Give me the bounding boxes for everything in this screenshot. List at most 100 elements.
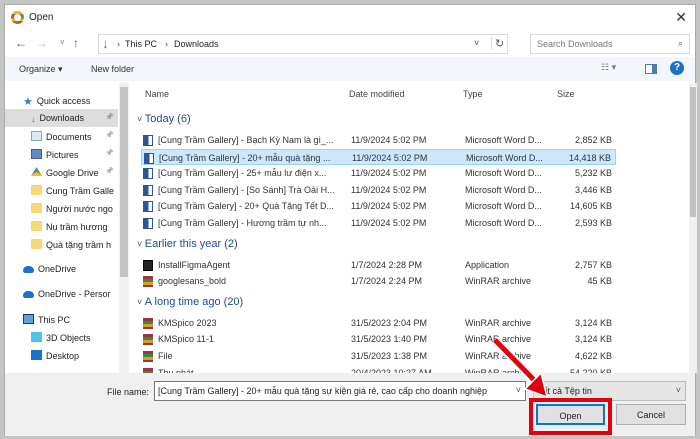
file-row[interactable]: [Cung Trầm Gallery] - Bạch Kỳ Nam là gì_…	[141, 132, 616, 148]
sidebar-item-label: Pictures	[46, 150, 79, 160]
cancel-button[interactable]: Cancel	[616, 404, 686, 425]
pin-icon[interactable]: 📌	[105, 149, 114, 157]
file-type: Microsoft Word D...	[465, 184, 542, 195]
group-label: A long time ago (20)	[144, 295, 244, 308]
group-header[interactable]: ˅ A long time ago (20)	[137, 296, 243, 308]
footer: File name: [Cung Trầm Gallery] - 20+ mẫu…	[5, 373, 695, 436]
sidebar-item[interactable]: OneDrive	[5, 260, 118, 278]
sidebar-item[interactable]: Desktop	[5, 346, 118, 364]
file-row[interactable]: [Cung Trầm Gallery] - 20+ mẫu quà tặng .…	[141, 148, 616, 165]
file-name: googlesans_bold	[158, 276, 227, 287]
column-date-modified[interactable]: Date modified	[349, 89, 405, 99]
group-header[interactable]: ˅ Earlier this year (2)	[137, 238, 238, 250]
file-row[interactable]: InstallFigmaAgent 1/7/2024 2:28 PM Applica…	[141, 257, 616, 273]
sidebar-item-label: Quà tặng trầm h	[46, 240, 112, 250]
file-date: 11/9/2024 5:02 PM	[351, 218, 427, 228]
file-size: 14,605 KB	[569, 201, 612, 212]
column-name[interactable]: Name	[145, 89, 169, 99]
breadcrumb-downloads[interactable]: Downloads	[174, 39, 219, 49]
file-date: 11/9/2024 5:02 PM	[352, 152, 428, 163]
winrar-icon	[143, 334, 153, 346]
file-date: 1/7/2024 2:28 PM	[351, 259, 423, 270]
file-type: Microsoft Word D...	[465, 135, 542, 145]
view-options-icon[interactable]: ☷ ▾	[601, 62, 616, 73]
document-icon	[31, 131, 42, 141]
file-name: File	[158, 351, 173, 361]
file-size: 2,757 KB	[574, 259, 612, 270]
new-folder-button[interactable]: New folder	[91, 64, 134, 74]
sidebar-item[interactable]: Nụ trầm hương	[5, 217, 118, 235]
sidebar-item[interactable]: This PC	[5, 310, 118, 328]
address-bar[interactable]: ↓ › This PC › Downloads ˅ ↻	[98, 34, 508, 54]
sidebar-item[interactable]: ↓ Downloads 📌	[5, 109, 118, 127]
sidebar-item[interactable]: ★ Quick access	[5, 91, 118, 109]
search-input[interactable]: Search Downloads ⌕	[530, 34, 690, 54]
sidebar-item[interactable]: Quà tặng trầm h	[5, 235, 118, 253]
file-date: 11/9/2024 5:02 PM	[351, 201, 427, 212]
file-type: Microsoft Word D...	[465, 168, 542, 179]
sidebar-scrollbar[interactable]	[119, 83, 129, 373]
pin-icon[interactable]: 📌	[105, 167, 114, 175]
word-icon	[143, 218, 153, 229]
group-header[interactable]: ˅ Today (6)	[137, 113, 191, 125]
sidebar-item[interactable]: Google Drive 📌	[5, 163, 118, 181]
file-type: WinRAR archive	[465, 276, 532, 287]
column-type[interactable]: Type	[463, 89, 483, 99]
file-row[interactable]: [Cung Trầm Gallery] - Hương trầm tự nh..…	[141, 215, 616, 231]
forward-button[interactable]: →	[36, 36, 48, 50]
help-icon[interactable]: ?	[670, 61, 684, 75]
file-row[interactable]: [Cung Trầm Galery] - 20+ Quà Tặng Tết D.…	[141, 198, 616, 214]
file-name: KMSpico 2023	[158, 317, 217, 328]
file-name: [Cung Trầm Galery] - 20+ Quà Tặng Tết D.…	[158, 201, 334, 212]
recent-dropdown[interactable]: ˅	[60, 38, 65, 47]
sidebar-item[interactable]: OneDrive - Persor	[5, 285, 118, 303]
open-button[interactable]: Open	[536, 404, 605, 425]
sidebar-item[interactable]: Pictures 📌	[5, 145, 118, 163]
chevron-down-icon: ˅	[675, 385, 681, 395]
breadcrumb-separator: ›	[117, 39, 120, 49]
chevron-down-icon: ˅	[137, 296, 145, 307]
column-size[interactable]: Size	[557, 89, 575, 99]
back-button[interactable]: ←	[15, 36, 27, 50]
breadcrumb-separator: ›	[165, 39, 168, 49]
toolbar: Organize ▾ New folder ☷ ▾ ?	[5, 57, 695, 81]
search-placeholder: Search Downloads	[537, 39, 613, 49]
pin-icon[interactable]: 📌	[105, 131, 114, 139]
file-row[interactable]: googlesans_bold 1/7/2024 2:24 PM WinRAR ar…	[141, 273, 616, 289]
file-size: 14,418 KB	[568, 152, 611, 163]
breadcrumb-this-pc[interactable]: This PC	[125, 39, 157, 49]
file-row[interactable]: [Cung Trầm Gallery] - [So Sánh] Trà Oải …	[141, 182, 616, 198]
up-button[interactable]: ↑	[73, 36, 79, 50]
preview-pane-icon[interactable]	[645, 64, 657, 74]
red-arrow-annotation	[491, 336, 549, 399]
sidebar-item-label: Quick access	[36, 96, 91, 106]
sidebar-item[interactable]: 3D Objects	[5, 328, 118, 346]
file-type: Application	[465, 259, 510, 270]
file-size: 5,232 KB	[574, 168, 612, 179]
file-date: 31/5/2023 2:04 PM	[351, 317, 428, 328]
file-name-input[interactable]: [Cung Trầm Gallery] - 20+ mẫu quà tặng s…	[154, 381, 526, 401]
file-list-scrollbar[interactable]	[689, 83, 697, 373]
file-size: 4,622 KB	[574, 351, 612, 361]
sidebar-item[interactable]: Người nước ngo	[5, 199, 118, 217]
close-button[interactable]: ✕	[675, 9, 687, 26]
sidebar-item[interactable]: Documents 📌	[5, 127, 118, 145]
file-size: 45 KB	[587, 276, 612, 287]
pin-icon[interactable]: 📌	[105, 113, 114, 121]
sidebar-item-label: Desktop	[46, 351, 80, 361]
organize-button[interactable]: Organize ▾	[19, 64, 63, 75]
file-date: 1/7/2024 2:24 PM	[351, 276, 423, 287]
chevron-down-icon[interactable]: ˅	[474, 38, 479, 48]
file-row[interactable]: [Cung Trầm Gallery] - 25+ mẫu lư điện x.…	[141, 165, 616, 181]
file-name: InstallFigmaAgent	[158, 259, 231, 270]
chevron-down-icon: ˅	[137, 238, 145, 249]
refresh-button[interactable]: ↻	[491, 37, 504, 50]
word-icon	[143, 135, 153, 146]
sidebar-item-label: Google Drive	[46, 168, 99, 178]
sidebar-item-label: Nụ trầm hương	[46, 222, 108, 232]
sidebar-item[interactable]: Cung Trầm Galle	[5, 181, 118, 199]
winrar-icon	[143, 351, 153, 362]
word-icon	[144, 152, 154, 164]
group-label: Today (6)	[144, 113, 191, 125]
file-size: 3,446 KB	[574, 184, 612, 195]
